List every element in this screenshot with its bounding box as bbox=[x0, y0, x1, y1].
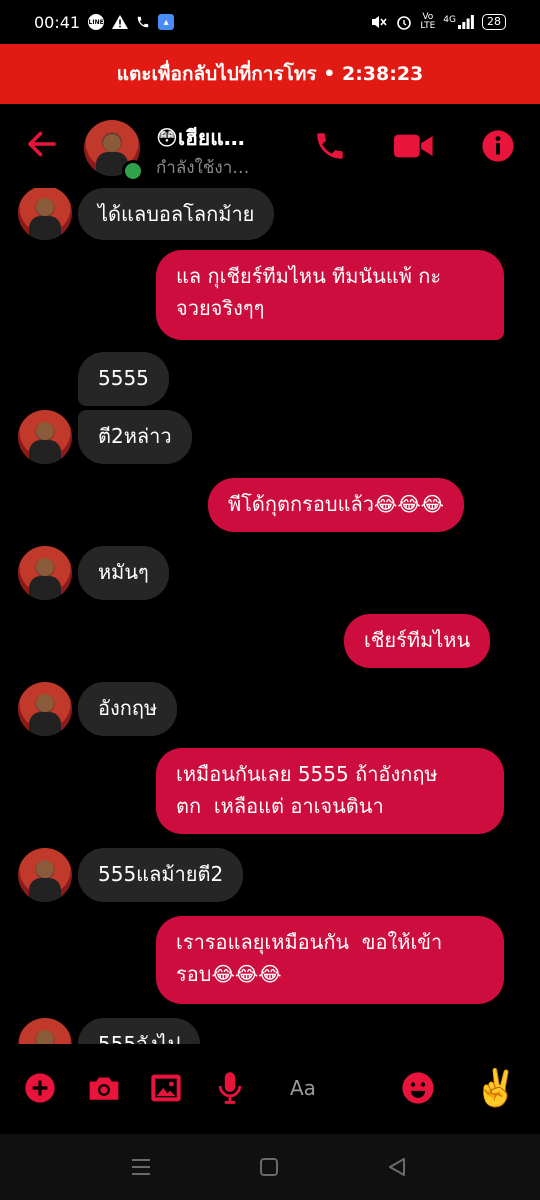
gallery-button[interactable] bbox=[146, 1068, 186, 1108]
incoming-message[interactable]: 555จังไป bbox=[78, 1018, 201, 1044]
emoji-button[interactable] bbox=[398, 1068, 438, 1108]
sender-avatar bbox=[18, 848, 72, 902]
outgoing-message[interactable]: เหมือนกันเลย 5555 ถ้าอังกฤษ ตก เหลือแต่ … bbox=[156, 748, 504, 834]
home-icon[interactable] bbox=[256, 1154, 282, 1180]
image-icon bbox=[151, 1074, 181, 1102]
back-triangle-icon[interactable] bbox=[384, 1154, 410, 1180]
incoming-message[interactable]: อังกฤษ bbox=[78, 682, 178, 736]
incoming-message[interactable]: 555แลม้ายตี2 bbox=[78, 848, 244, 902]
menu-icon[interactable] bbox=[128, 1154, 154, 1180]
camera-icon bbox=[89, 1077, 119, 1100]
outgoing-message[interactable]: พีโด้กุตกรอบแล้ว😂😂😂 bbox=[208, 478, 465, 532]
volte-icon: Vo LTE bbox=[420, 12, 436, 31]
sender-avatar bbox=[18, 410, 72, 464]
sender-avatar bbox=[18, 1018, 72, 1044]
incoming-message[interactable]: ได้แลบอลโลกม้าย bbox=[78, 188, 275, 240]
outgoing-message[interactable]: แล กุเชียร์ทีมไหน ทีมนันแพ้ กะ จวยจริงๆๆ bbox=[156, 250, 504, 340]
incoming-message[interactable]: ตี2หล่าว bbox=[78, 410, 192, 464]
app-notification-icon: ▴ bbox=[158, 14, 175, 30]
smiley-icon bbox=[402, 1072, 434, 1104]
incoming-message[interactable]: หมันๆ bbox=[78, 546, 169, 600]
contact-status: กำลังใช้งา… bbox=[156, 158, 250, 178]
outgoing-message[interactable]: เรารอแลยุเหมือนกัน ขอให้เข้า รอบ😂😂😂 bbox=[156, 916, 504, 1004]
warning-icon bbox=[112, 15, 129, 29]
sender-avatar bbox=[18, 546, 72, 600]
quick-reaction-button[interactable]: ✌️ bbox=[473, 1068, 519, 1109]
camera-button[interactable] bbox=[84, 1068, 124, 1108]
online-status-dot bbox=[122, 160, 144, 182]
back-button[interactable] bbox=[22, 126, 62, 166]
voice-message-button[interactable] bbox=[210, 1068, 250, 1108]
incoming-message[interactable]: 5555 bbox=[78, 352, 169, 406]
voice-call-button[interactable] bbox=[310, 126, 350, 166]
info-icon bbox=[482, 130, 514, 162]
plus-icon bbox=[25, 1073, 55, 1103]
conversation-info-button[interactable] bbox=[478, 126, 518, 166]
sender-avatar bbox=[18, 682, 72, 736]
line-app-icon: LINE bbox=[88, 14, 105, 30]
video-camera-icon bbox=[394, 134, 433, 158]
sender-avatar bbox=[18, 188, 72, 240]
phone-icon bbox=[317, 133, 343, 159]
alarm-icon bbox=[396, 14, 412, 30]
video-call-button[interactable] bbox=[394, 126, 434, 166]
status-bar: 00:41 LINE ▴ Vo LTE 4G 28 bbox=[0, 0, 540, 44]
message-composer: Aa ✌️ bbox=[0, 1044, 540, 1134]
mute-icon bbox=[370, 14, 388, 30]
victory-hand-icon: ✌️ bbox=[473, 1068, 519, 1109]
status-time: 00:41 bbox=[34, 12, 81, 32]
more-actions-button[interactable] bbox=[20, 1068, 60, 1108]
network-type: 4G bbox=[443, 15, 456, 25]
return-to-call-text: แตะเพื่อกลับไปที่การโทร • 2:38:23 bbox=[116, 63, 424, 85]
outgoing-message[interactable]: เชียร์ทีมไหน bbox=[344, 614, 491, 668]
battery-indicator: 28 bbox=[482, 14, 506, 30]
signal-icon: 4G bbox=[443, 15, 474, 29]
conversation-header: 😳เฮียแ… กำลังใช้งา… bbox=[0, 104, 540, 188]
message-input[interactable]: Aa bbox=[290, 1068, 316, 1108]
message-list[interactable]: ได้แลบอลโลกม้าย แล กุเชียร์ทีมไหน ทีมนัน… bbox=[0, 188, 540, 1044]
return-to-call-banner[interactable]: แตะเพื่อกลับไปที่การโทร • 2:38:23 bbox=[0, 44, 540, 104]
contact-name[interactable]: 😳เฮียแ… bbox=[156, 122, 245, 155]
microphone-icon bbox=[218, 1072, 242, 1104]
system-navigation-bar bbox=[0, 1134, 540, 1200]
arrow-left-icon bbox=[28, 131, 56, 157]
phone-status-icon bbox=[136, 15, 150, 29]
